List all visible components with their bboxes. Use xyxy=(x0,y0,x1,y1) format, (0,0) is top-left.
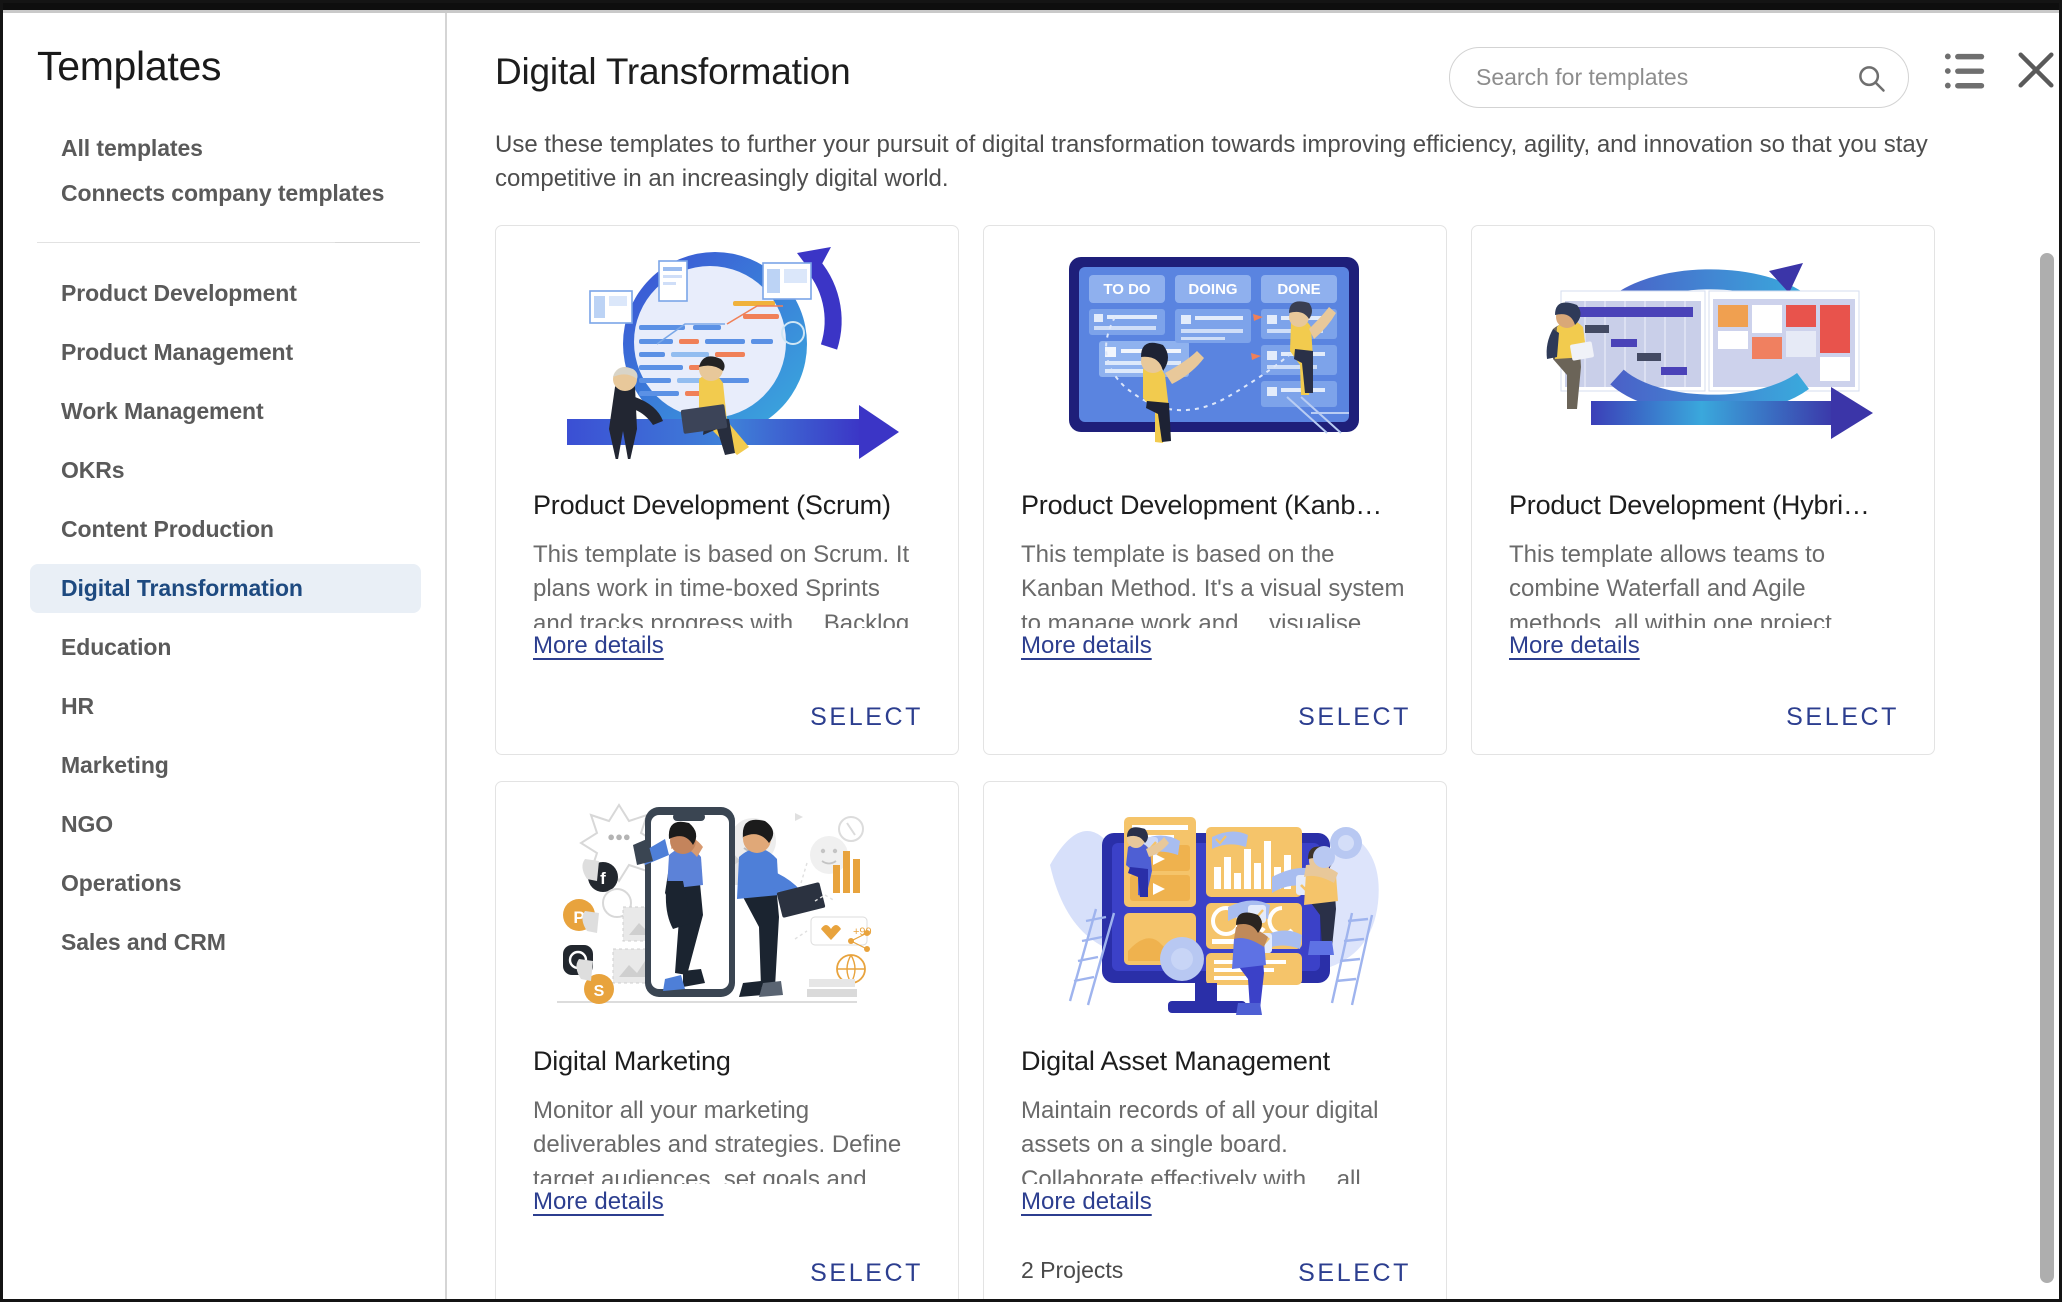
search-icon[interactable] xyxy=(1856,63,1886,93)
template-card-digital-asset-management[interactable]: Digital Asset Management Maintain record… xyxy=(983,781,1447,1299)
template-grid-row: ●●● f P S +99 Digital Marketing Monitor … xyxy=(495,781,1985,1299)
sidebar-item-product-management[interactable]: Product Management xyxy=(30,328,421,377)
card-project-count: 2 Projects xyxy=(1021,1257,1124,1283)
card-description: This template is based on Scrum. It plan… xyxy=(533,541,910,628)
svg-text:S: S xyxy=(594,983,605,1000)
template-card-product-development-scrum[interactable]: Product Development (Scrum) This templat… xyxy=(495,225,959,755)
sidebar-item-digital-transformation[interactable]: Digital Transformation xyxy=(30,564,421,613)
card-description: Monitor all your marketing deliverables … xyxy=(533,1097,902,1184)
card-description: Maintain records of all your digital ass… xyxy=(1021,1097,1379,1184)
template-card-product-development-kanban[interactable]: TO DO DOING DONE Product Development (Ka… xyxy=(983,225,1447,755)
svg-text:TO DO: TO DO xyxy=(1103,281,1151,298)
svg-text:●●●: ●●● xyxy=(607,829,631,844)
page-description: Use these templates to further your purs… xyxy=(495,131,1928,193)
template-grid-row: Product Development (Scrum) This templat… xyxy=(495,225,1985,755)
digital-marketing-illustration: ●●● f P S +99 xyxy=(496,790,958,1020)
more-details-link[interactable]: More details xyxy=(1509,632,1640,660)
select-button[interactable]: SELECT xyxy=(810,703,923,732)
main-panel: Digital Transformation U xyxy=(449,13,2059,1299)
more-details-link[interactable]: More details xyxy=(533,632,664,660)
kanban-board-illustration: TO DO DOING DONE xyxy=(984,234,1446,464)
sidebar-item-okrs[interactable]: OKRs xyxy=(30,446,421,495)
sidebar-item-marketing[interactable]: Marketing xyxy=(30,741,421,790)
svg-text:DOING: DOING xyxy=(1188,281,1237,298)
page-title: Digital Transformation xyxy=(495,51,851,92)
sidebar-item-work-management[interactable]: Work Management xyxy=(30,387,421,436)
sidebar-item-ngo[interactable]: NGO xyxy=(30,800,421,849)
sidebar-item-all-templates[interactable]: All templates xyxy=(30,126,421,171)
scrollbar-thumb[interactable] xyxy=(2040,253,2054,1283)
scrum-cycle-illustration xyxy=(496,234,958,464)
more-details-link[interactable]: More details xyxy=(533,1188,664,1216)
card-description: This template allows teams to combine Wa… xyxy=(1509,541,1863,628)
sidebar-item-product-development[interactable]: Product Development xyxy=(30,269,421,318)
header: Digital Transformation xyxy=(449,13,2059,131)
scrollbar-track[interactable] xyxy=(2040,23,2054,1299)
window-title-strip xyxy=(3,3,2059,10)
sidebar-category-group: Product Development Product Management W… xyxy=(6,269,445,967)
sidebar-item-operations[interactable]: Operations xyxy=(30,859,421,908)
svg-text:DONE: DONE xyxy=(1277,281,1320,298)
svg-text:f: f xyxy=(600,869,606,888)
card-title: Product Development (Hybri… xyxy=(1509,490,1870,520)
template-card-product-development-hybrid[interactable]: Product Development (Hybri… This templat… xyxy=(1471,225,1935,755)
sidebar: Templates All templates Connects company… xyxy=(6,13,447,1299)
select-button[interactable]: SELECT xyxy=(1786,703,1899,732)
card-description: This template is based on the Kanban Met… xyxy=(1021,541,1405,628)
search-input[interactable] xyxy=(1476,48,1846,107)
sidebar-title: Templates xyxy=(37,43,222,89)
select-button[interactable]: SELECT xyxy=(1298,1259,1411,1288)
digital-asset-management-illustration xyxy=(984,790,1446,1020)
sidebar-item-education[interactable]: Education xyxy=(30,623,421,672)
list-view-icon[interactable] xyxy=(1943,51,1989,91)
more-details-link[interactable]: More details xyxy=(1021,632,1152,660)
template-grid: Product Development (Scrum) This templat… xyxy=(495,225,1985,1299)
sidebar-item-hr[interactable]: HR xyxy=(30,682,421,731)
card-title: Product Development (Scrum) xyxy=(533,490,891,520)
card-title: Digital Asset Management xyxy=(1021,1046,1330,1076)
more-details-link[interactable]: More details xyxy=(1021,1188,1152,1216)
template-card-digital-marketing[interactable]: ●●● f P S +99 Digital Marketing Monitor … xyxy=(495,781,959,1299)
card-title: Digital Marketing xyxy=(533,1046,731,1076)
hybrid-gantt-kanban-illustration xyxy=(1472,234,1934,464)
templates-dialog: Templates All templates Connects company… xyxy=(0,0,2062,1302)
sidebar-item-connects-company-templates[interactable]: Connects company templates xyxy=(30,171,421,216)
sidebar-item-content-production[interactable]: Content Production xyxy=(30,505,421,554)
sidebar-top-group: All templates Connects company templates xyxy=(6,126,445,216)
card-title: Product Development (Kanb… xyxy=(1021,490,1382,520)
sidebar-item-sales-and-crm[interactable]: Sales and CRM xyxy=(30,918,421,967)
select-button[interactable]: SELECT xyxy=(810,1259,923,1288)
select-button[interactable]: SELECT xyxy=(1298,703,1411,732)
search-box[interactable] xyxy=(1449,47,1909,108)
sidebar-divider-dash xyxy=(335,242,420,243)
